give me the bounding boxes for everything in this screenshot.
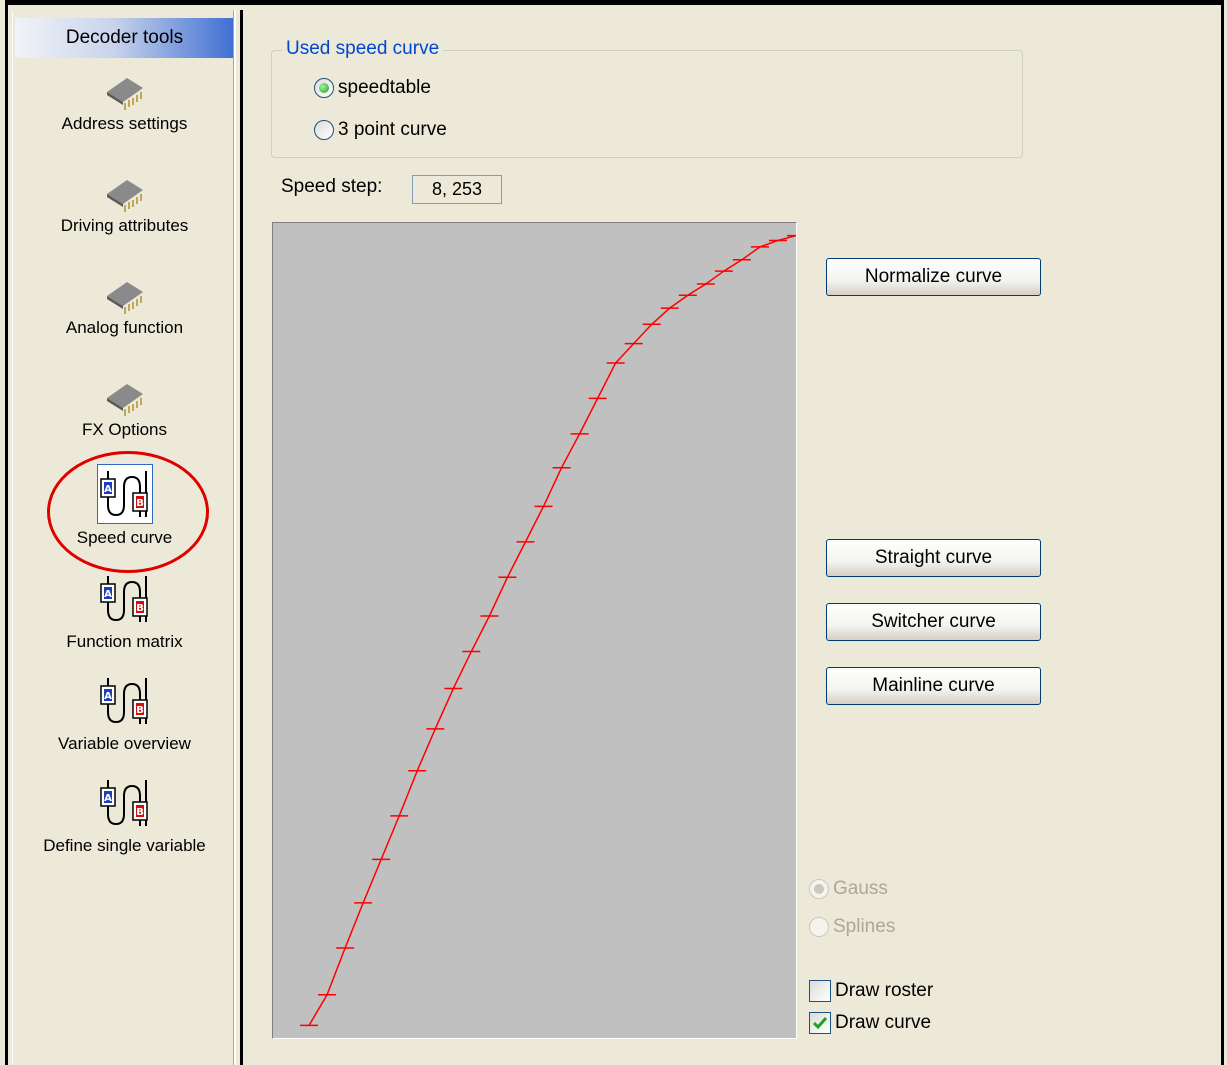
- radio-button[interactable]: [314, 120, 334, 140]
- switch-ab-icon: A B: [97, 774, 153, 832]
- window-right-border: [1221, 0, 1227, 1065]
- sidebar-item-variable-overview[interactable]: A B Variable overview: [13, 672, 236, 754]
- radio-gauss[interactable]: Gauss: [809, 878, 888, 900]
- speed-step-label: Speed step:: [281, 176, 383, 197]
- switcher-curve-button[interactable]: Switcher curve: [826, 603, 1041, 641]
- svg-text:B: B: [136, 705, 144, 716]
- radio-button[interactable]: [809, 879, 829, 899]
- sidebar-item-function-matrix[interactable]: A B Function matrix: [13, 570, 236, 652]
- sidebar-item-label: Define single variable: [43, 836, 206, 855]
- sidebar-item-fx-options[interactable]: FX Options: [13, 376, 236, 440]
- sidebar-item-driving-attributes[interactable]: Driving attributes: [13, 172, 236, 236]
- radio-splines[interactable]: Splines: [809, 916, 895, 938]
- svg-text:B: B: [136, 807, 144, 818]
- sidebar-item-define-single-variable[interactable]: A B Define single variable: [13, 774, 236, 856]
- speed-curve-line: [308, 234, 796, 1026]
- checkbox-label: Draw roster: [835, 980, 934, 1001]
- sidebar-item-label: FX Options: [81, 420, 168, 439]
- mainline-curve-button[interactable]: Mainline curve: [826, 667, 1041, 705]
- checkbox-label: Draw curve: [835, 1012, 932, 1033]
- sidebar-item-label: Driving attributes: [60, 216, 189, 235]
- chip-icon: [97, 274, 153, 314]
- window-left-border: [0, 0, 8, 1065]
- radio-speedtable[interactable]: speedtable: [314, 77, 431, 99]
- sidebar-divider: [233, 10, 236, 1065]
- checkmark-icon: [812, 1017, 828, 1030]
- radio-button[interactable]: [809, 917, 829, 937]
- chip-icon: [97, 70, 153, 110]
- panel-border: [240, 10, 243, 1065]
- sidebar-item-address-settings[interactable]: Address settings: [13, 70, 236, 134]
- svg-text:A: A: [104, 691, 112, 702]
- sidebar-item-label: Analog function: [65, 318, 184, 337]
- switch-ab-icon: A B: [97, 570, 153, 628]
- used-speed-curve-group: [271, 50, 1023, 158]
- switch-ab-icon: A B: [97, 672, 153, 730]
- svg-text:B: B: [136, 603, 144, 614]
- draw-roster-checkbox[interactable]: Draw roster: [809, 980, 933, 1002]
- sidebar-item-analog-function[interactable]: Analog function: [13, 274, 236, 338]
- sidebar-item-label: Function matrix: [66, 632, 183, 651]
- normalize-curve-button[interactable]: Normalize curve: [826, 258, 1041, 296]
- sidebar-item-label: Address settings: [61, 114, 188, 133]
- straight-curve-button[interactable]: Straight curve: [826, 539, 1041, 577]
- speed-curve-plot[interactable]: [272, 222, 797, 1039]
- sidebar-title: Decoder tools: [15, 18, 234, 58]
- radio-3-point-curve[interactable]: 3 point curve: [314, 119, 447, 141]
- radio-label: Splines: [833, 916, 896, 937]
- checkbox[interactable]: [809, 1012, 831, 1034]
- group-legend: Used speed curve: [282, 38, 444, 60]
- speed-curve-panel: Used speed curve speedtable 3 point curv…: [244, 10, 1221, 1065]
- checkbox[interactable]: [809, 980, 831, 1002]
- radio-label: speedtable: [338, 77, 431, 98]
- radio-button[interactable]: [314, 78, 334, 98]
- draw-curve-checkbox[interactable]: Draw curve: [809, 1012, 931, 1034]
- svg-text:A: A: [104, 589, 112, 600]
- radio-label: Gauss: [833, 878, 888, 899]
- sidebar-item-label: Variable overview: [58, 734, 191, 753]
- window-top-border: [0, 0, 1227, 5]
- speed-step-value: 8, 253: [412, 175, 502, 204]
- speed-curve-chart[interactable]: [273, 223, 796, 1038]
- radio-label: 3 point curve: [338, 119, 447, 140]
- svg-text:A: A: [104, 793, 112, 804]
- chip-icon: [97, 172, 153, 212]
- chip-icon: [97, 376, 153, 416]
- selection-highlight-circle: [47, 451, 209, 573]
